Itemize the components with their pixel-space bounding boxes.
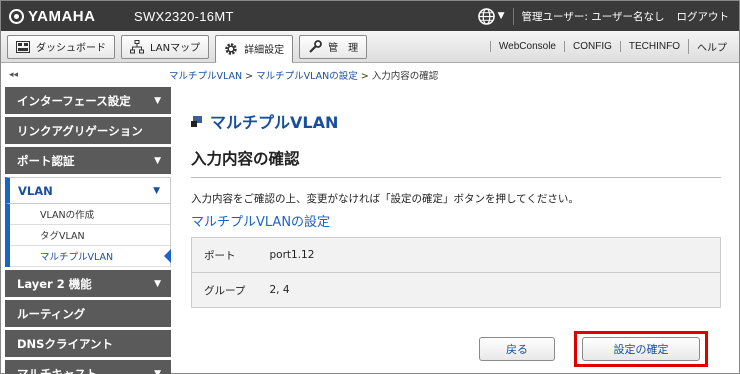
wrench-icon [308,39,323,54]
sidebar-item-vlan[interactable]: VLAN ▼ [5,177,171,204]
sidebar-item-label: VLAN [18,183,53,198]
vlan-submenu: VLANの作成 タグVLAN マルチプルVLAN [5,204,171,267]
breadcrumb: マルチプルVLAN > マルチプルVLANの設定 > 入力内容の確認 [169,68,438,82]
chevron-down-icon: ▼ [154,278,161,289]
language-selector[interactable]: ▼ [477,7,514,25]
logout-link[interactable]: ログアウト [677,9,730,24]
breadcrumb-multiple-vlan[interactable]: マルチプルVLAN [169,71,242,82]
back-button[interactable]: 戻る [479,337,555,361]
button-area: 戻る 設定の確定 [191,331,725,367]
sidebar-subitem-tag-vlan[interactable]: タグVLAN [10,225,170,246]
model-name: SWX2320-16MT [134,8,234,24]
table-row: ポート port1.12 [191,237,721,273]
main-content: マルチプルVLAN 入力内容の確認 入力内容をご確認の上、変更がなければ「設定の… [191,87,725,374]
techinfo-link[interactable]: TECHINFO [619,41,688,52]
tab-advanced-settings[interactable]: 詳細設定 [215,34,294,63]
table-row: グループ 2, 4 [191,272,721,308]
sidebar-item-multicast[interactable]: マルチキャスト ▼ [5,360,171,374]
top-header: YAMAHA SWX2320-16MT ▼ 管理ユーザー: ユーザー名なし ログ… [1,1,739,31]
utility-links: WebConsole CONFIG TECHINFO ヘルプ [489,39,735,54]
tab-label: 詳細設定 [244,45,285,56]
sidebar-item-label: DNSクライアント [17,336,113,351]
gear-icon [224,42,238,56]
user-status: 管理ユーザー: ユーザー名なし [521,10,665,23]
settings-table: ポート port1.12 グループ 2, 4 [191,237,721,308]
sidebar-subitem-multiple-vlan[interactable]: マルチプルVLAN [10,246,171,267]
dashboard-icon [16,40,30,54]
sidebar-item-label: リンクアグリゲーション [17,123,143,138]
brand-logo: YAMAHA [9,8,114,25]
row-value: port1.12 [269,237,721,273]
page-title-text: マルチプルVLAN [210,113,339,132]
sidebar-subitem-vlan-create[interactable]: VLANの作成 [10,204,170,225]
sidebar-item-dns-client[interactable]: DNSクライアント [5,330,171,357]
sidebar-item-port-auth[interactable]: ポート認証 ▼ [5,147,171,174]
breadcrumb-current: 入力内容の確認 [371,71,439,82]
row-value: 2, 4 [269,272,721,308]
page-title: マルチプルVLAN [191,109,725,133]
sidebar-item-interface-settings[interactable]: インターフェース設定 ▼ [5,87,171,114]
help-link[interactable]: ヘルプ [688,39,735,54]
description-text: 入力内容をご確認の上、変更がなければ「設定の確定」ボタンを押してください。 [191,193,579,205]
chevron-down-icon: ▼ [497,11,505,21]
sidebar: インターフェース設定 ▼ リンクアグリゲーション ポート認証 ▼ VLAN ▼ … [5,87,171,374]
lan-map-icon [130,39,144,54]
breadcrumb-bar: ◂◂ マルチプルVLAN > マルチプルVLANの設定 > 入力内容の確認 [1,64,739,86]
confirm-settings-button[interactable]: 設定の確定 [582,337,700,361]
sidebar-item-label: マルチキャスト [17,366,98,374]
page-title-icon [191,115,202,127]
brand-name: YAMAHA [28,7,96,25]
tab-management[interactable]: 管 理 [299,34,368,59]
row-key: ポート [191,237,270,273]
tab-label: LANマップ [150,43,201,54]
sidebar-item-layer2[interactable]: Layer 2 機能 ▼ [5,270,171,297]
globe-icon [477,7,495,25]
settings-subtitle: マルチプルVLANの設定 [191,215,331,230]
tab-label: 管 理 [328,43,359,54]
main-tab-bar: ダッシュボード LANマップ 詳細設定 管 理 WebConsole CONFI… [1,31,739,63]
sidebar-item-label: ポート認証 [17,153,75,168]
tab-label: ダッシュボード [36,43,106,54]
chevron-down-icon: ▼ [154,95,161,106]
chevron-down-icon: ▼ [153,185,160,196]
tab-lan-map[interactable]: LANマップ [121,34,210,59]
breadcrumb-separator: > [242,71,257,82]
section-title: 入力内容の確認 [191,147,721,178]
sidebar-item-label: ルーティング [17,306,86,321]
chevron-down-icon: ▼ [154,368,161,374]
sidebar-item-link-aggregation[interactable]: リンクアグリゲーション [5,117,171,144]
config-link[interactable]: CONFIG [564,41,620,52]
webconsole-link[interactable]: WebConsole [489,41,564,52]
breadcrumb-multiple-vlan-settings[interactable]: マルチプルVLANの設定 [256,71,358,82]
sidebar-item-label: Layer 2 機能 [17,276,92,291]
breadcrumb-separator: > [357,71,372,82]
sidebar-collapse-button[interactable]: ◂◂ [9,70,169,80]
chevron-down-icon: ▼ [154,155,161,166]
row-key: グループ [191,272,270,308]
yamaha-logo-icon [9,8,24,24]
tab-dashboard[interactable]: ダッシュボード [7,34,115,59]
sidebar-item-label: インターフェース設定 [17,93,131,108]
sidebar-item-routing[interactable]: ルーティング [5,300,171,327]
